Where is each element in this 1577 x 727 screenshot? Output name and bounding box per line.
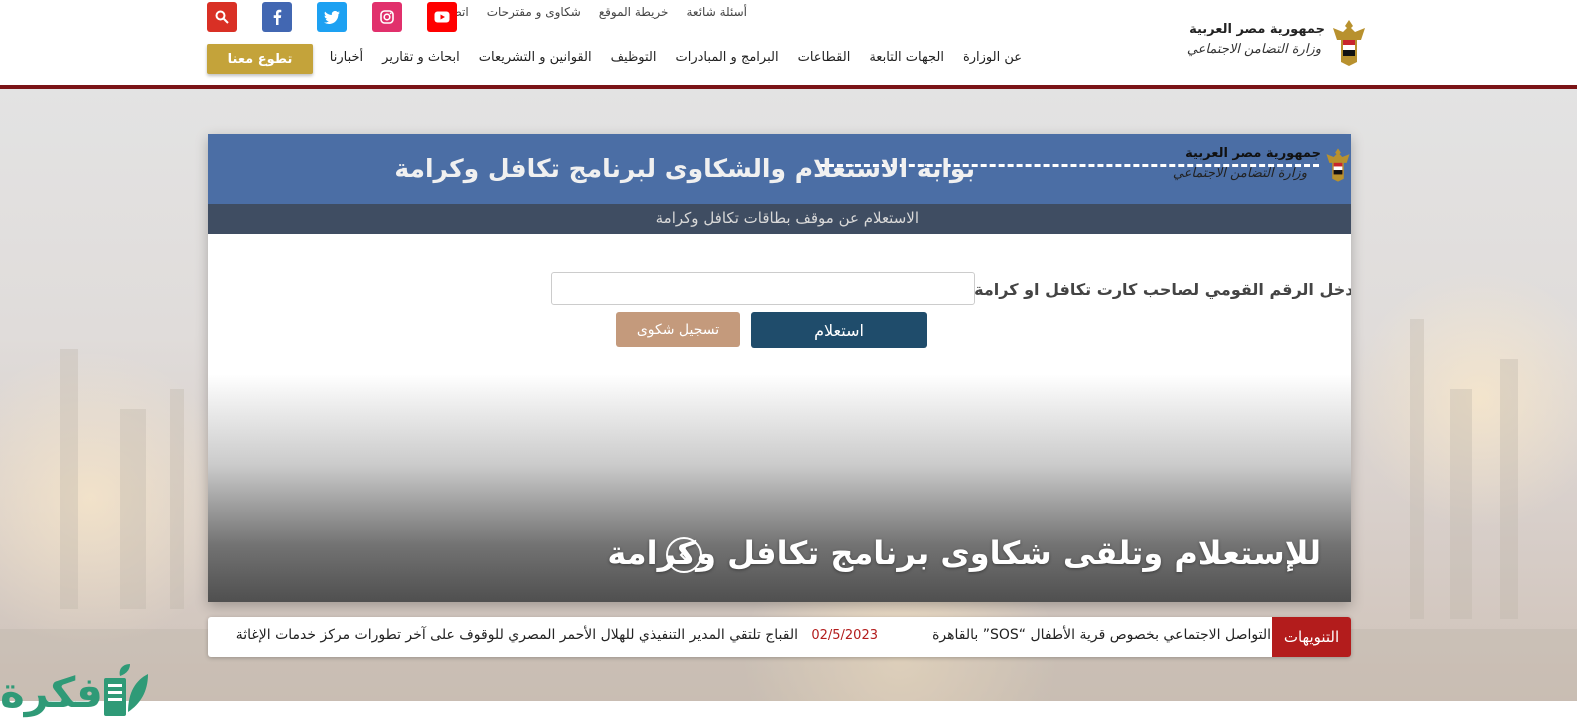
slide-caption: للإستعلام وتلقى شكاوى برنامج تكافل وكرام… [607,534,1321,572]
panel-header: بوابة الاستعلام والشكاوى لبرنامج تكافل و… [208,134,1351,204]
nav-research[interactable]: ابحاث و تقارير [382,50,460,65]
twitter-icon [324,10,340,24]
logo-country-text: جمهورية مصر العربية [1189,22,1325,37]
top-link-faq[interactable]: أسئلة شائعة [686,5,747,19]
ticker-label: التنويهات [1272,617,1351,657]
instagram-button[interactable] [372,2,402,32]
portal-title: بوابة الاستعلام والشكاوى لبرنامج تكافل و… [394,154,975,183]
youtube-icon [434,11,450,23]
logo-ministry-text: وزارة التضامن الاجتماعي [1186,42,1321,57]
ticker-date: 02/5/2023 [811,628,878,643]
slider-next-button[interactable] [666,537,702,573]
social-bar [207,2,457,32]
top-links: أسئلة شائعة خريطة الموقع شكاوى و مقترحات… [428,5,747,19]
panel-logo-ministry: وزارة التضامن الاجتماعي [1172,166,1307,181]
panel-logo: جمهورية مصر العربية وزارة التضامن الاجتم… [1161,144,1351,190]
twitter-button[interactable] [317,2,347,32]
search-icon [215,10,229,24]
panel-logo-country: جمهورية مصر العربية [1185,146,1321,161]
news-ticker: التنويهات التواصل الاجتماعي بخصوص قرية ا… [208,617,1351,657]
watermark-text: فكرة [0,668,103,717]
national-id-label: ادخل الرقم القومي لصاحب كارت تكافل او كر… [967,280,1351,299]
panel-subheader: الاستعلام عن موقف بطاقات تكافل وكرامة [208,204,1351,234]
main-nav: عن الوزارة الجهات التابعة القطاعات البرا… [330,50,1022,65]
top-link-complaints[interactable]: شكاوى و مقترحات [487,5,581,19]
register-complaint-button[interactable]: تسجيل شكوى [616,312,740,347]
book-leaf-icon [104,664,148,716]
nav-laws[interactable]: القوانين و التشريعات [479,50,592,65]
nav-affiliates[interactable]: الجهات التابعة [869,50,944,65]
site-header: جمهورية مصر العربية وزارة التضامن الاجتم… [0,0,1577,86]
top-link-sitemap[interactable]: خريطة الموقع [599,5,669,19]
eagle-emblem-icon [1326,148,1350,182]
eagle-emblem-icon [1333,20,1365,66]
nav-programs[interactable]: البرامج و المبادرات [676,50,779,65]
instagram-icon [380,10,394,24]
facebook-button[interactable] [262,2,292,32]
national-id-input[interactable] [551,272,975,305]
watermark-logo: فكرة [0,660,160,724]
nav-about[interactable]: عن الوزارة [963,50,1022,65]
chevron-left-icon [679,549,687,561]
facebook-icon [273,9,282,25]
inquiry-button[interactable]: استعلام [751,312,927,348]
panel-subtitle: الاستعلام عن موقف بطاقات تكافل وكرامة [655,209,919,227]
volunteer-button[interactable]: تطوع معنا [207,44,313,74]
footer-strip [0,701,1577,727]
youtube-button[interactable] [427,2,457,32]
nav-news[interactable]: أخبارنا [330,50,363,65]
ticker-item[interactable]: التواصل الاجتماعي بخصوص قرية الأطفال “SO… [932,627,1271,643]
nav-sectors[interactable]: القطاعات [798,50,851,65]
nav-jobs[interactable]: التوظيف [611,50,657,65]
ministry-logo[interactable]: جمهورية مصر العربية وزارة التضامن الاجتم… [1187,18,1367,70]
inquiry-panel: بوابة الاستعلام والشكاوى لبرنامج تكافل و… [208,134,1351,602]
ticker-item[interactable]: القباج تلتقي المدير التنفيذي للهلال الأح… [236,627,798,643]
search-button[interactable] [207,2,237,32]
